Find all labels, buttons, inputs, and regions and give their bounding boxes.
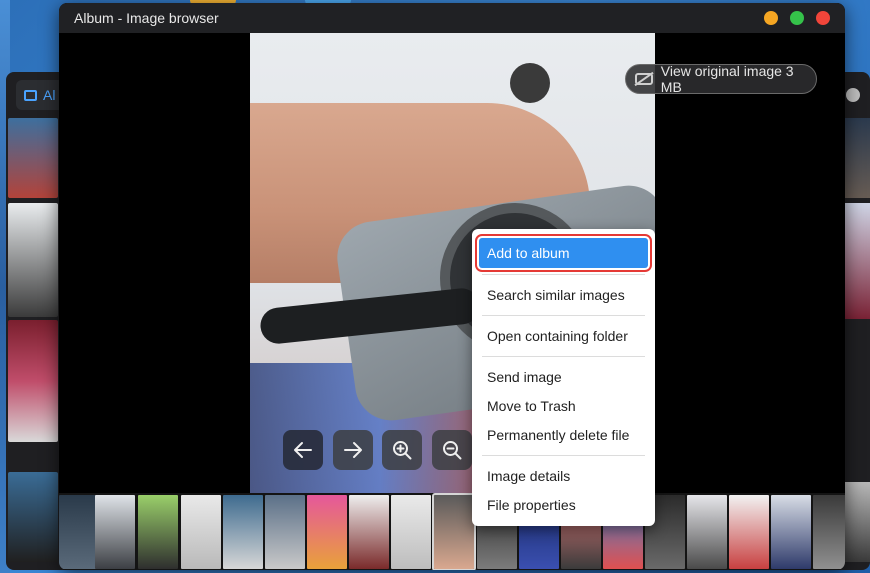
thumbnail-strip — [59, 493, 845, 570]
image-hidden-icon — [635, 73, 653, 85]
image-icon — [24, 89, 37, 101]
filmstrip-thumbnail[interactable] — [771, 495, 811, 569]
filmstrip-thumbnail[interactable] — [391, 495, 431, 569]
image-viewer-window: Album - Image browser View original imag… — [59, 3, 845, 570]
menu-item-open-containing-folder[interactable]: Open containing folder — [479, 321, 648, 350]
album-thumbnail[interactable] — [845, 118, 870, 198]
menu-item-permanently-delete-file[interactable]: Permanently delete file — [479, 420, 648, 449]
zoom-in-button[interactable] — [382, 430, 422, 470]
filmstrip-thumbnail[interactable] — [265, 495, 305, 569]
view-original-label: View original image 3 MB — [660, 63, 794, 95]
album-thumbnail[interactable] — [8, 203, 58, 317]
zoom-in-icon — [393, 441, 412, 460]
menu-item-send-image[interactable]: Send image — [479, 362, 648, 391]
arrow-right-icon — [344, 442, 362, 458]
menu-item-file-properties[interactable]: File properties — [479, 490, 648, 519]
filmstrip-thumbnail[interactable] — [95, 495, 135, 569]
previous-button[interactable] — [283, 430, 323, 470]
filmstrip-thumbnail[interactable] — [729, 495, 769, 569]
window-control-dot[interactable] — [846, 88, 860, 102]
filmstrip-thumbnail-selected[interactable] — [432, 493, 476, 570]
album-thumbnail[interactable] — [8, 320, 58, 442]
arrow-left-icon — [294, 442, 312, 458]
photo-detail — [510, 63, 550, 103]
filmstrip-thumbnail[interactable] — [349, 495, 389, 569]
menu-item-add-to-album[interactable]: Add to album — [475, 234, 652, 272]
tab-label: Al — [43, 87, 56, 103]
close-button[interactable] — [816, 11, 830, 25]
album-thumbnail[interactable] — [8, 118, 58, 198]
view-original-button[interactable]: View original image 3 MB — [625, 63, 817, 95]
menu-item-image-details[interactable]: Image details — [479, 461, 648, 490]
filmstrip-thumbnail[interactable] — [181, 495, 221, 569]
next-button[interactable] — [333, 430, 373, 470]
album-thumbnail[interactable] — [845, 482, 870, 562]
menu-item-search-similar-images[interactable]: Search similar images — [479, 280, 648, 309]
maximize-button[interactable] — [790, 11, 804, 25]
menu-separator — [482, 356, 645, 357]
album-thumbnail[interactable] — [845, 203, 870, 319]
filmstrip-thumbnail[interactable] — [138, 495, 178, 569]
context-menu: Add to album Search similar images Open … — [472, 229, 655, 526]
menu-separator — [482, 315, 645, 316]
menu-item-move-to-trash[interactable]: Move to Trash — [479, 391, 648, 420]
filmstrip-thumbnail[interactable] — [687, 495, 727, 569]
filmstrip-thumbnail[interactable] — [813, 495, 845, 569]
menu-separator — [482, 274, 645, 275]
filmstrip-thumbnail[interactable] — [223, 495, 263, 569]
title-bar[interactable]: Album - Image browser — [59, 3, 845, 33]
filmstrip-thumbnail[interactable] — [307, 495, 347, 569]
album-thumbnail[interactable] — [8, 472, 58, 562]
filmstrip-thumbnail[interactable] — [59, 495, 99, 569]
minimize-button[interactable] — [764, 11, 778, 25]
window-title: Album - Image browser — [74, 10, 219, 26]
zoom-out-icon — [443, 441, 462, 460]
menu-separator — [482, 455, 645, 456]
zoom-out-button[interactable] — [432, 430, 472, 470]
